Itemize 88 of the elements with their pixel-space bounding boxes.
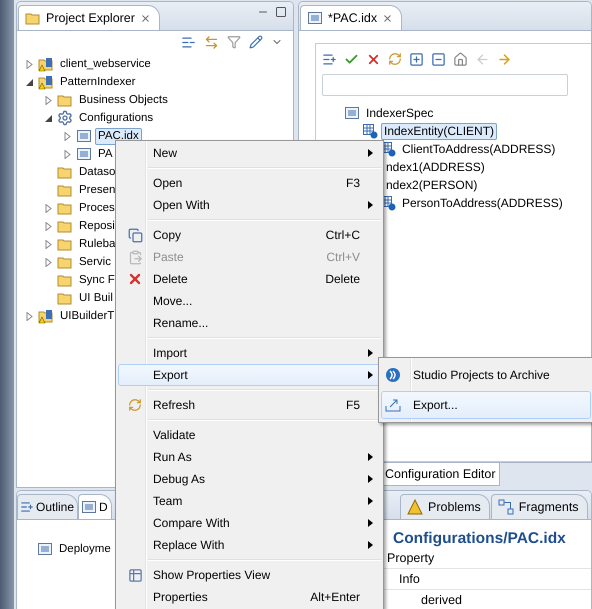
- menu-item[interactable]: Team: [118, 490, 381, 512]
- filter-icon[interactable]: [227, 35, 241, 49]
- add-icon[interactable]: [322, 52, 337, 66]
- tree-item[interactable]: PatternIndexer: [57, 74, 138, 90]
- tree-item[interactable]: Sync F: [76, 272, 118, 288]
- tree-item[interactable]: Business Objects: [76, 92, 171, 108]
- menu-item[interactable]: Open F3: [118, 172, 381, 194]
- tree-item[interactable]: PersonToAddress(ADDRESS): [399, 194, 566, 212]
- link-icon[interactable]: [204, 34, 219, 50]
- tree-item[interactable]: ndex1(ADDRESS): [383, 158, 488, 176]
- editor-tab[interactable]: *PAC.idx: [300, 5, 402, 30]
- menu-item[interactable]: Rename...: [118, 312, 381, 334]
- tree-item[interactable]: Ruleba: [76, 236, 118, 252]
- table-icon: [362, 123, 378, 139]
- diagram-icon: [498, 499, 514, 515]
- export-icon: [385, 397, 401, 413]
- pen-icon[interactable]: [249, 35, 263, 49]
- view-tab[interactable]: Problems: [400, 494, 490, 519]
- gear-icon: [57, 110, 73, 126]
- tree-item[interactable]: Proces: [76, 200, 118, 216]
- archive-icon: [385, 367, 401, 383]
- menu-item[interactable]: Show Properties View: [118, 564, 381, 586]
- tree-item[interactable]: PA: [95, 146, 116, 162]
- close-icon[interactable]: [382, 12, 394, 24]
- menu-item[interactable]: Import: [118, 342, 381, 364]
- menu-item[interactable]: Compare With: [118, 512, 381, 534]
- menu-item[interactable]: Copy Ctrl+C: [118, 224, 381, 246]
- expand-icon[interactable]: [409, 52, 424, 66]
- collapse-icon[interactable]: [431, 52, 446, 66]
- menu-item[interactable]: Refresh F5: [118, 394, 381, 416]
- menu-item[interactable]: Delete Delete: [118, 268, 381, 290]
- file-icon: [37, 541, 53, 557]
- tree-item[interactable]: UIBuilderT: [57, 308, 118, 324]
- project-icon: [38, 56, 54, 72]
- tree-item[interactable]: client_webservice: [57, 56, 154, 72]
- file-icon: [76, 128, 92, 144]
- project-icon: [38, 74, 54, 90]
- maximize-icon[interactable]: [275, 6, 287, 18]
- tree-item[interactable]: Deployme: [56, 540, 114, 558]
- menu-item[interactable]: Validate: [118, 424, 381, 446]
- menu-item[interactable]: Export: [118, 364, 381, 386]
- tree-item[interactable]: ndex2(PERSON): [383, 176, 480, 194]
- tree-item[interactable]: ClientToAddress(ADDRESS): [399, 140, 558, 158]
- menu-item[interactable]: Replace With: [118, 534, 381, 556]
- menu-item[interactable]: Move...: [118, 290, 381, 312]
- file-icon: [81, 499, 98, 515]
- menu-item[interactable]: Studio Projects to Archive: [381, 361, 591, 389]
- warning-icon: [407, 499, 423, 515]
- forward-icon[interactable]: [497, 52, 512, 66]
- copy-icon: [128, 228, 142, 242]
- tree-item[interactable]: UI Buil: [76, 290, 116, 306]
- table-icon: [128, 568, 142, 582]
- tree-item[interactable]: Configurations: [76, 110, 156, 126]
- outline-icon: [20, 500, 34, 514]
- refresh-icon[interactable]: [388, 52, 402, 66]
- tree-item[interactable]: IndexEntity(CLIENT): [381, 122, 498, 140]
- view-tab[interactable]: D: [78, 494, 112, 519]
- column-header: Property: [387, 551, 434, 565]
- delete-icon: [127, 271, 143, 287]
- view-tab[interactable]: Fragments: [490, 494, 588, 519]
- refresh-icon: [128, 398, 142, 412]
- menu-item[interactable]: New: [118, 142, 381, 164]
- menu-item[interactable]: Properties Alt+Enter: [118, 586, 381, 608]
- expander-icon[interactable]: [44, 114, 53, 122]
- property-name: derived: [421, 593, 462, 607]
- file-icon: [307, 10, 323, 26]
- tree-item[interactable]: Dataso: [76, 164, 118, 180]
- view-tab[interactable]: Outline: [17, 494, 78, 519]
- view-tab[interactable]: Project Explorer: [18, 5, 160, 30]
- menu-item[interactable]: Open With: [118, 194, 381, 216]
- home-icon[interactable]: [453, 52, 468, 66]
- tree-item[interactable]: Reposi: [76, 218, 118, 234]
- menu-item[interactable]: Run As: [118, 446, 381, 468]
- search-field[interactable]: [322, 74, 568, 96]
- tree-item[interactable]: Servic: [76, 254, 114, 270]
- tree-item[interactable]: Presen: [76, 182, 118, 198]
- menu-item[interactable]: Export...: [381, 391, 591, 419]
- file-icon: [344, 105, 360, 121]
- paste-icon: [128, 250, 142, 264]
- menu-item[interactable]: Debug As: [118, 468, 381, 490]
- tree-item[interactable]: IndexerSpec: [363, 104, 436, 122]
- file-icon: [76, 146, 92, 162]
- project-icon: [38, 308, 54, 324]
- property-group[interactable]: Info: [399, 572, 420, 586]
- collapse-all-icon[interactable]: [181, 34, 196, 50]
- expander-icon[interactable]: [25, 78, 34, 86]
- panel-title: Configurations/PAC.idx: [393, 530, 567, 548]
- close-icon[interactable]: [140, 12, 151, 24]
